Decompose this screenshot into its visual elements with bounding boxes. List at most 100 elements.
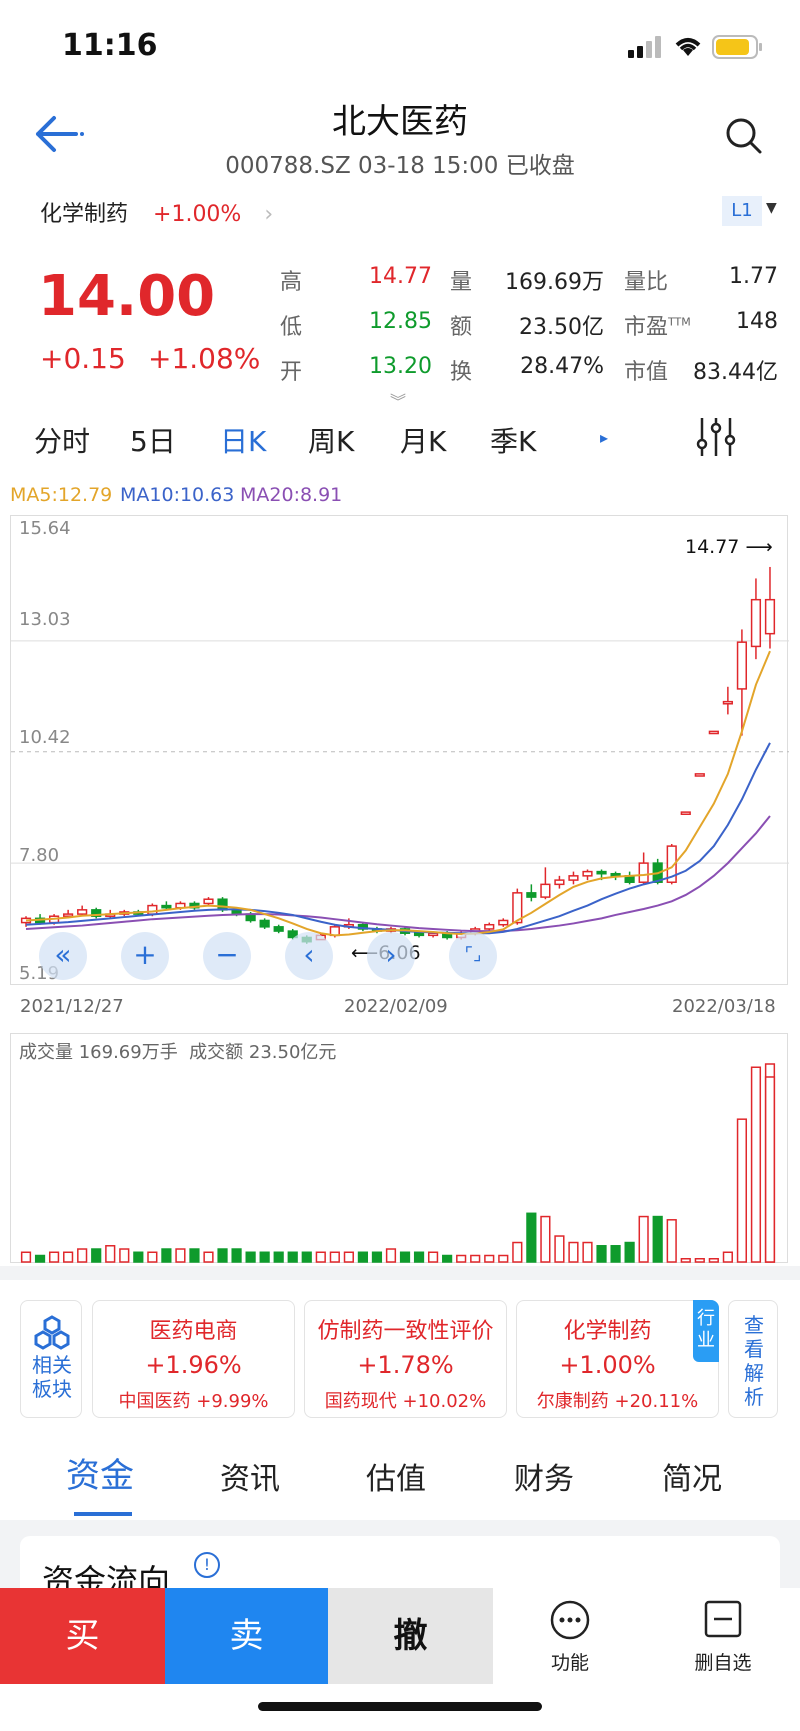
mktcap-label: 市值 <box>624 360 669 385</box>
volume-bar <box>357 1251 369 1263</box>
tab-weekly-k[interactable]: 周K <box>308 420 354 460</box>
volume-bar <box>399 1251 411 1263</box>
volume-bar <box>652 1215 663 1263</box>
volume-label: 量 <box>450 270 473 295</box>
volume-bar <box>273 1251 284 1263</box>
scroll-left-button[interactable]: ‹ <box>285 932 333 980</box>
volume-bar <box>203 1251 214 1263</box>
scroll-right-button[interactable]: › <box>367 932 415 980</box>
related-card-3[interactable]: 化学制药 +1.00% 尔康制药 +20.11% 行业 <box>516 1300 719 1418</box>
related-card-2[interactable]: 仿制药一致性评价 +1.78% 国药现代 +10.02% <box>304 1300 507 1418</box>
kline-svg <box>11 566 789 944</box>
candle-body <box>582 870 593 877</box>
volume-bar <box>456 1254 467 1263</box>
related-sectors-label[interactable]: 相关板块 <box>20 1300 82 1418</box>
card-2-leader: 国药现代 +10.02% <box>324 1391 487 1412</box>
functions-label: 功能 <box>550 1652 589 1674</box>
candle-body <box>259 919 270 928</box>
candle-body <box>554 879 565 886</box>
home-indicator <box>258 1702 542 1711</box>
search-icon[interactable] <box>724 116 764 156</box>
expand-chevron-icon[interactable]: ︾ <box>390 388 406 412</box>
caret-down-icon[interactable]: ▼ <box>766 200 777 216</box>
tab-5day[interactable]: 5日 <box>130 420 176 460</box>
tab-valuation[interactable]: 估值 <box>366 1454 426 1498</box>
tab-intraday[interactable]: 分时 <box>34 420 90 460</box>
volume-bar <box>554 1235 565 1263</box>
scroll-start-button[interactable]: « <box>39 932 87 980</box>
candle-body <box>161 904 172 909</box>
wifi-icon <box>675 38 701 56</box>
page-title: 北大医药 <box>332 102 468 142</box>
tab-funds[interactable]: 资金 <box>66 1448 134 1497</box>
volume-bar <box>301 1251 312 1263</box>
volume-bar <box>34 1254 46 1263</box>
volume-bar <box>175 1248 186 1263</box>
cancel-order-button[interactable]: 撤 <box>328 1588 493 1684</box>
x-tick-2: 2022/03/18 <box>672 996 776 1017</box>
buy-button[interactable]: 买 <box>0 1588 165 1684</box>
card-3-name: 化学制药 <box>563 1319 652 1344</box>
y-tick-3: 7.80 <box>19 845 60 866</box>
page-subtitle: 000788.SZ 03-18 15:00 已收盘 <box>225 153 575 179</box>
sector-name: 化学制药 <box>40 202 129 227</box>
candle-body <box>694 773 705 777</box>
info-icon[interactable]: ! <box>194 1552 220 1578</box>
tab-monthly-k[interactable]: 月K <box>400 420 446 460</box>
zoom-in-button[interactable]: + <box>121 932 169 980</box>
volume-bar <box>596 1245 607 1263</box>
tab-quarterly-k[interactable]: 季K <box>490 420 536 460</box>
tab-financials[interactable]: 财务 <box>514 1454 574 1498</box>
remove-watchlist-label: 删自选 <box>694 1652 752 1674</box>
candle-body <box>147 904 158 915</box>
functions-button[interactable]: 功能 <box>530 1596 610 1682</box>
volume-bar <box>119 1248 130 1263</box>
candle-body <box>708 730 719 735</box>
volume-chart[interactable]: 成交量 169.69万手 成交额 23.50亿元 <box>10 1033 788 1263</box>
vol-ratio-label: 量比 <box>624 270 669 295</box>
sector-link[interactable]: 化学制药 +1.00% › <box>40 196 273 228</box>
zoom-out-button[interactable]: − <box>203 932 251 980</box>
tab-news[interactable]: 资讯 <box>220 1454 280 1498</box>
ma5-line <box>25 650 771 937</box>
ma5-label: MA5:12.79 <box>10 484 113 506</box>
volume-bar <box>105 1245 116 1263</box>
amount-label: 额 <box>450 315 473 340</box>
volume-bar <box>610 1245 621 1263</box>
low-value: 12.85 <box>369 309 432 334</box>
ma20-label: MA20:8.91 <box>240 484 343 506</box>
pe-label: 市盈TTM <box>624 315 691 340</box>
volume-bar <box>568 1241 579 1263</box>
bottom-action-bar: 买 卖 撤 功能 删自选 <box>0 1588 800 1684</box>
candle-body <box>413 932 425 937</box>
level-badge[interactable]: L1 <box>722 196 762 226</box>
section-divider <box>0 1266 800 1280</box>
tab-daily-k[interactable]: 日K <box>220 420 266 460</box>
candle-body <box>484 923 495 930</box>
settings-sliders-icon[interactable] <box>694 416 738 458</box>
volume-bar <box>722 1251 733 1263</box>
sell-button[interactable]: 卖 <box>165 1588 328 1684</box>
turnover-value: 28.47% <box>520 354 604 379</box>
candle-body <box>568 875 579 881</box>
candle-body <box>77 909 88 915</box>
candle-body <box>764 598 776 635</box>
candle-body <box>427 932 439 937</box>
mktcap-value: 83.44亿 <box>693 360 778 385</box>
volume-bar <box>385 1248 397 1263</box>
remove-watchlist-button[interactable]: 删自选 <box>680 1596 766 1682</box>
volume-value: 169.69万 <box>505 270 604 295</box>
fullscreen-button[interactable]: ⌜⌟ <box>449 932 497 980</box>
related-card-1[interactable]: 医药电商 +1.96% 中国医药 +9.99% <box>92 1300 295 1418</box>
volume-bar <box>329 1251 340 1263</box>
more-tabs-icon[interactable]: ▸ <box>600 428 608 447</box>
candle-body <box>680 811 691 815</box>
candle-body <box>498 919 509 926</box>
view-analysis-button[interactable]: 查看解析 <box>728 1300 778 1418</box>
remove-watchlist-icon <box>704 1600 742 1638</box>
y-tick-1: 13.03 <box>19 609 71 630</box>
volume-bar <box>498 1254 509 1263</box>
tab-profile[interactable]: 简况 <box>662 1454 722 1498</box>
kline-chart[interactable]: 15.64 13.03 10.42 7.80 5.19 14.77 ⟶ ⟵6.0… <box>10 515 789 985</box>
hexagon-icon <box>34 1315 70 1350</box>
